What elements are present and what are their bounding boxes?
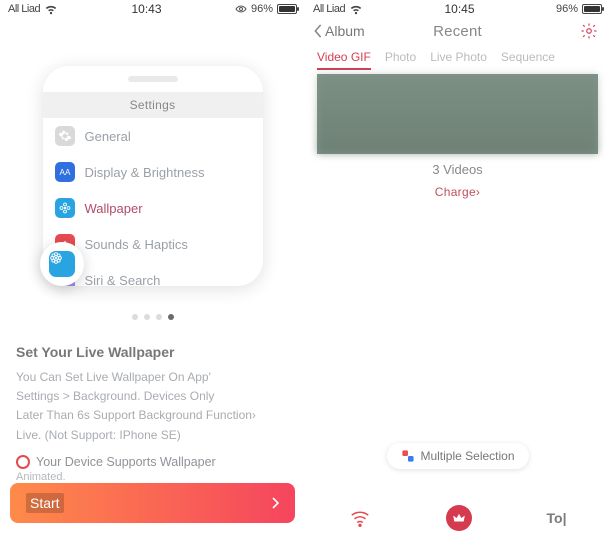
carrier-label: All Liad bbox=[8, 3, 40, 15]
wallpaper-callout bbox=[40, 242, 84, 286]
settings-header: Settings bbox=[43, 92, 263, 118]
start-button[interactable]: Start bbox=[10, 483, 295, 523]
video-thumbnail[interactable] bbox=[317, 74, 598, 154]
clock: 10:45 bbox=[445, 2, 475, 16]
start-button-label: Start bbox=[26, 493, 64, 513]
phone-notch bbox=[128, 76, 178, 82]
settings-row-label: General bbox=[85, 129, 131, 144]
status-bar: All Liad 10:43 96% bbox=[0, 0, 305, 16]
settings-row-label: Wallpaper bbox=[85, 201, 143, 216]
battery-icon bbox=[277, 4, 297, 14]
svg-text:AA: AA bbox=[59, 168, 70, 177]
settings-row-label: Display & Brightness bbox=[85, 165, 205, 180]
dot bbox=[144, 314, 150, 320]
page-heading: Set Your Live Wallpaper bbox=[16, 344, 289, 360]
settings-row-display[interactable]: AA Display & Brightness bbox=[43, 154, 263, 190]
support-line: Your Device Supports Wallpaper bbox=[16, 455, 289, 469]
body-text: You Can Set Live Wallpaper On App' Setti… bbox=[16, 368, 289, 445]
settings-row-label: Siri & Search bbox=[85, 273, 161, 287]
carrier-label: All Liad bbox=[313, 3, 345, 15]
nav-title: Recent bbox=[433, 23, 482, 40]
premium-button[interactable] bbox=[446, 505, 472, 531]
body-line: Live. (Not Support: IPhone SE) bbox=[16, 426, 289, 445]
dot bbox=[156, 314, 162, 320]
settings-row-general[interactable]: General bbox=[43, 118, 263, 154]
left-pane: All Liad 10:43 96% Settings General AA D… bbox=[0, 0, 305, 539]
eye-icon bbox=[235, 3, 247, 15]
video-count: 3 Videos bbox=[305, 162, 610, 177]
flower-icon bbox=[49, 251, 75, 277]
select-icon bbox=[400, 449, 414, 463]
media-tabs: Video GIF Photo Live Photo Sequence bbox=[305, 46, 610, 70]
nav-bar: Album Recent bbox=[305, 16, 610, 46]
animated-text: Animated. bbox=[16, 471, 289, 483]
tab-live[interactable]: Live Photo bbox=[430, 50, 487, 70]
settings-row-label: Sounds & Haptics bbox=[85, 237, 188, 252]
gear-icon bbox=[55, 126, 75, 146]
page-indicator bbox=[0, 314, 305, 320]
dot-active bbox=[168, 314, 174, 320]
wifi-tab-icon[interactable] bbox=[349, 507, 371, 529]
tab-video[interactable]: Video GIF bbox=[317, 50, 371, 70]
battery-pct: 96% bbox=[556, 3, 578, 15]
right-pane: All Liad 10:45 96% Album Recent Video GI… bbox=[305, 0, 610, 539]
battery-pct: 96% bbox=[251, 3, 273, 15]
clock: 10:43 bbox=[132, 2, 162, 16]
ring-icon bbox=[16, 455, 30, 469]
chevron-right-icon bbox=[271, 497, 279, 509]
charge-link[interactable]: Charge› bbox=[305, 185, 610, 199]
settings-button[interactable] bbox=[580, 22, 598, 40]
multiple-selection-button[interactable]: Multiple Selection bbox=[386, 443, 528, 469]
dot bbox=[132, 314, 138, 320]
back-label: Album bbox=[325, 23, 365, 39]
body-line: Settings > Background. Devices Only bbox=[16, 387, 289, 406]
status-bar: All Liad 10:45 96% bbox=[305, 0, 610, 16]
body-line: Later Than 6s Support Background Functio… bbox=[16, 406, 289, 425]
tab-sequence[interactable]: Sequence bbox=[501, 50, 555, 70]
wifi-icon bbox=[349, 2, 363, 16]
body-line: You Can Set Live Wallpaper On App' bbox=[16, 368, 289, 387]
battery-icon bbox=[582, 4, 602, 14]
support-text: Your Device Supports Wallpaper bbox=[36, 455, 216, 469]
bottom-bar: To| bbox=[305, 505, 610, 531]
brightness-icon: AA bbox=[55, 162, 75, 182]
back-button[interactable]: Album bbox=[313, 23, 365, 39]
multiple-selection-label: Multiple Selection bbox=[420, 449, 514, 463]
bottom-right-text: To| bbox=[547, 510, 567, 526]
settings-row-wallpaper[interactable]: Wallpaper bbox=[43, 190, 263, 226]
wifi-icon bbox=[44, 2, 58, 16]
tab-photo[interactable]: Photo bbox=[385, 50, 416, 70]
flower-icon bbox=[55, 198, 75, 218]
